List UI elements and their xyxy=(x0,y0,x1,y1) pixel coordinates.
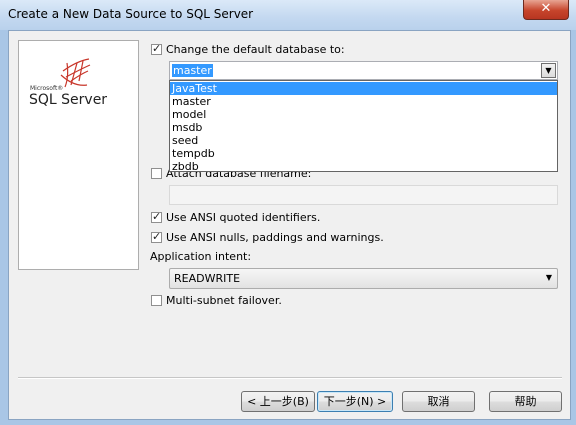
app-intent-select[interactable]: READWRITE ▼ xyxy=(169,268,558,289)
chevron-down-icon[interactable]: ▼ xyxy=(541,63,556,78)
list-item[interactable]: master xyxy=(170,95,557,108)
ansi-nulls-label: Use ANSI nulls, paddings and warnings. xyxy=(166,231,384,244)
logo-panel: Microsoft® SQL Server xyxy=(18,40,139,270)
change-db-label: Change the default database to: xyxy=(166,43,345,56)
multisubnet-label: Multi-subnet failover. xyxy=(166,294,282,307)
next-button[interactable]: 下一步(N) > xyxy=(317,391,393,412)
ansi-nulls-checkbox[interactable] xyxy=(151,230,162,243)
dialog-body: Microsoft® SQL Server Change the default… xyxy=(8,30,571,420)
cancel-button[interactable]: 取消 xyxy=(402,391,475,412)
app-intent-label: Application intent: xyxy=(150,250,252,263)
attach-checkbox[interactable] xyxy=(151,168,162,179)
change-db-checkbox[interactable] xyxy=(151,42,162,55)
list-item[interactable]: tempdb xyxy=(170,147,557,160)
list-item[interactable]: seed xyxy=(170,134,557,147)
ansi-quoted-checkbox[interactable] xyxy=(151,210,162,223)
list-item[interactable]: JavaTest xyxy=(170,82,557,95)
help-button[interactable]: 帮助 xyxy=(489,391,562,412)
window-title: Create a New Data Source to SQL Server xyxy=(8,7,254,21)
default-db-combo[interactable]: master ▼ xyxy=(169,61,558,80)
attach-filename-input[interactable] xyxy=(169,185,558,205)
sql-server-logo-icon xyxy=(60,58,91,88)
close-icon: ✕ xyxy=(540,1,552,16)
microsoft-wordmark: Microsoft® xyxy=(30,85,64,92)
database-dropdown-list[interactable]: JavaTest master model msdb seed tempdb z… xyxy=(169,80,558,173)
back-button[interactable]: < 上一步(B) xyxy=(241,391,315,412)
divider xyxy=(18,377,562,379)
app-intent-value: READWRITE xyxy=(174,272,241,285)
multisubnet-checkbox[interactable] xyxy=(151,295,162,306)
default-db-value: master xyxy=(172,64,213,77)
list-item[interactable]: msdb xyxy=(170,121,557,134)
close-button[interactable]: ✕ xyxy=(523,0,569,20)
chevron-down-icon: ▼ xyxy=(545,273,552,282)
title-bar: Create a New Data Source to SQL Server ✕ xyxy=(0,0,576,30)
list-item[interactable]: zbdb xyxy=(170,160,557,173)
product-name: SQL Server xyxy=(29,92,108,108)
list-item[interactable]: model xyxy=(170,108,557,121)
ansi-quoted-label: Use ANSI quoted identifiers. xyxy=(166,211,321,224)
